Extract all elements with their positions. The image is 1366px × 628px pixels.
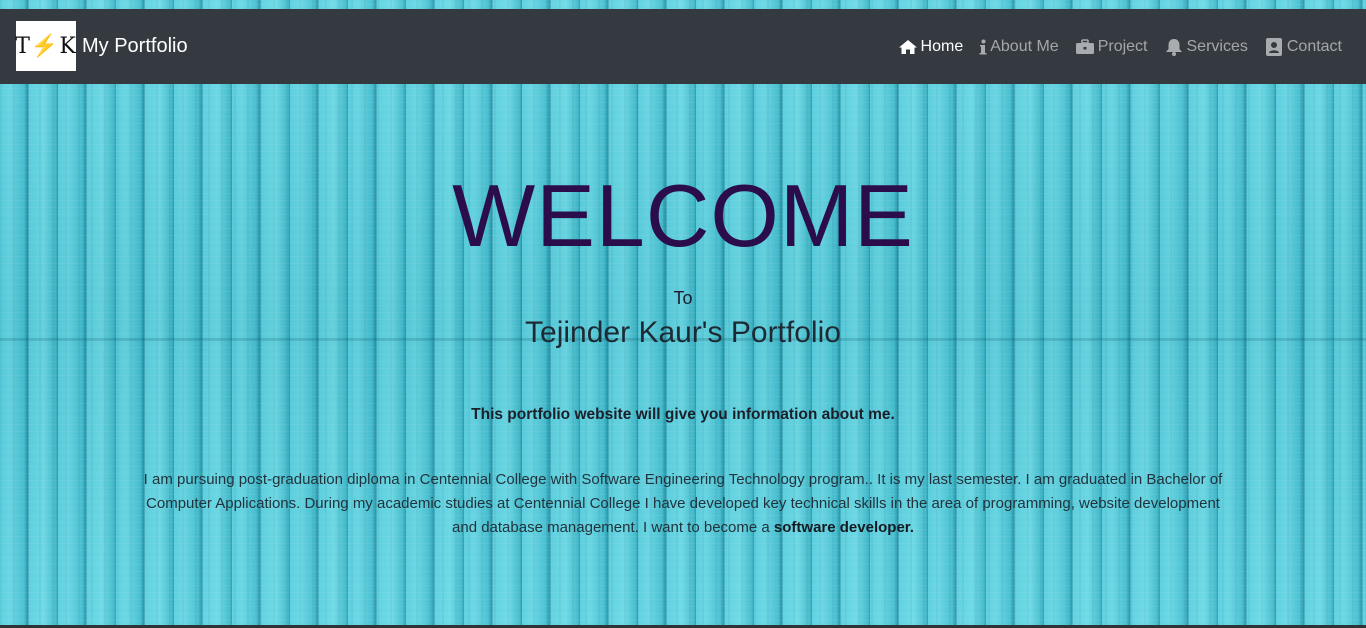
bio-text: I am pursuing post-graduation diploma in… (143, 471, 1223, 536)
nav-item-about[interactable]: About Me (979, 37, 1059, 56)
brand-link[interactable]: T ⚡ K My Portfolio (15, 21, 188, 71)
logo-letter-t: T (15, 33, 31, 59)
nav-item-home[interactable]: Home (898, 37, 964, 56)
logo-letter-k: K (59, 33, 77, 59)
logo-bolt-icon: ⚡ (30, 33, 60, 59)
lead-text: This portfolio website will give you inf… (471, 406, 895, 423)
nav-item-project[interactable]: Project (1075, 38, 1148, 56)
contact-card-icon (1264, 37, 1284, 57)
portfolio-title: Tejinder Kaur's Portfolio (525, 316, 841, 349)
nav-menu: Home About Me Project Services Contact (898, 9, 1342, 84)
bio-paragraph: I am pursuing post-graduation diploma in… (143, 468, 1223, 540)
nav-item-label: About Me (990, 37, 1059, 55)
welcome-heading: WELCOME (452, 166, 914, 265)
top-navbar: T⚡K My Portfolio Home About Me Project (0, 9, 1366, 84)
nav-item-label: Services (1186, 37, 1248, 55)
info-icon (979, 39, 987, 55)
nav-item-contact[interactable]: Contact (1264, 37, 1342, 57)
brand-logo: T ⚡ K (15, 21, 77, 71)
brand-name: My Portfolio (82, 34, 188, 57)
nav-item-services[interactable]: Services (1164, 38, 1248, 56)
to-text: To (673, 288, 693, 308)
nav-item-label: Contact (1286, 37, 1342, 55)
bio-emphasis: software developer. (773, 519, 914, 536)
nav-item-label: Home (920, 37, 964, 55)
home-icon (898, 39, 918, 55)
bell-icon (1164, 38, 1184, 56)
nav-item-label: Project (1097, 37, 1148, 55)
briefcase-icon (1075, 38, 1095, 55)
